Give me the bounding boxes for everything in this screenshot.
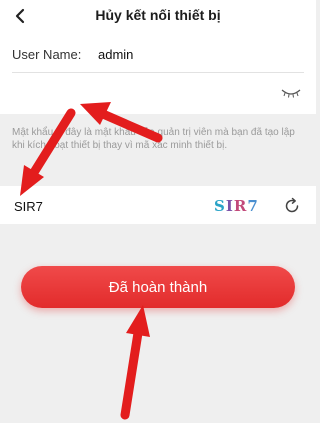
header-bar: Hủy kết nối thiết bị [0,0,316,30]
done-button[interactable]: Đã hoàn thành [21,266,295,308]
username-value: admin [98,47,134,62]
page-title: Hủy kết nối thiết bị [95,7,221,23]
captcha-char: R [233,197,248,215]
password-hint-text: Mật khẩu ở đây là mật khẩu của quản trị … [12,127,295,151]
captcha-image[interactable]: SIR7 [214,195,262,217]
arrow-to-done-button [120,305,150,420]
captcha-char: I [225,197,234,215]
captcha-char: 7 [247,197,259,215]
eye-closed-icon[interactable] [280,86,302,100]
chevron-left-icon [15,8,25,24]
password-row [12,80,304,110]
username-row: User Name: admin [12,42,304,73]
username-label: User Name: [12,47,82,62]
captcha-char: S [214,197,226,215]
refresh-icon[interactable] [283,197,301,215]
login-form: User Name: admin [0,30,316,114]
captcha-input[interactable] [12,194,196,218]
back-button[interactable] [10,6,30,26]
password-input[interactable] [12,84,266,108]
captcha-row: SIR7 [0,186,316,224]
